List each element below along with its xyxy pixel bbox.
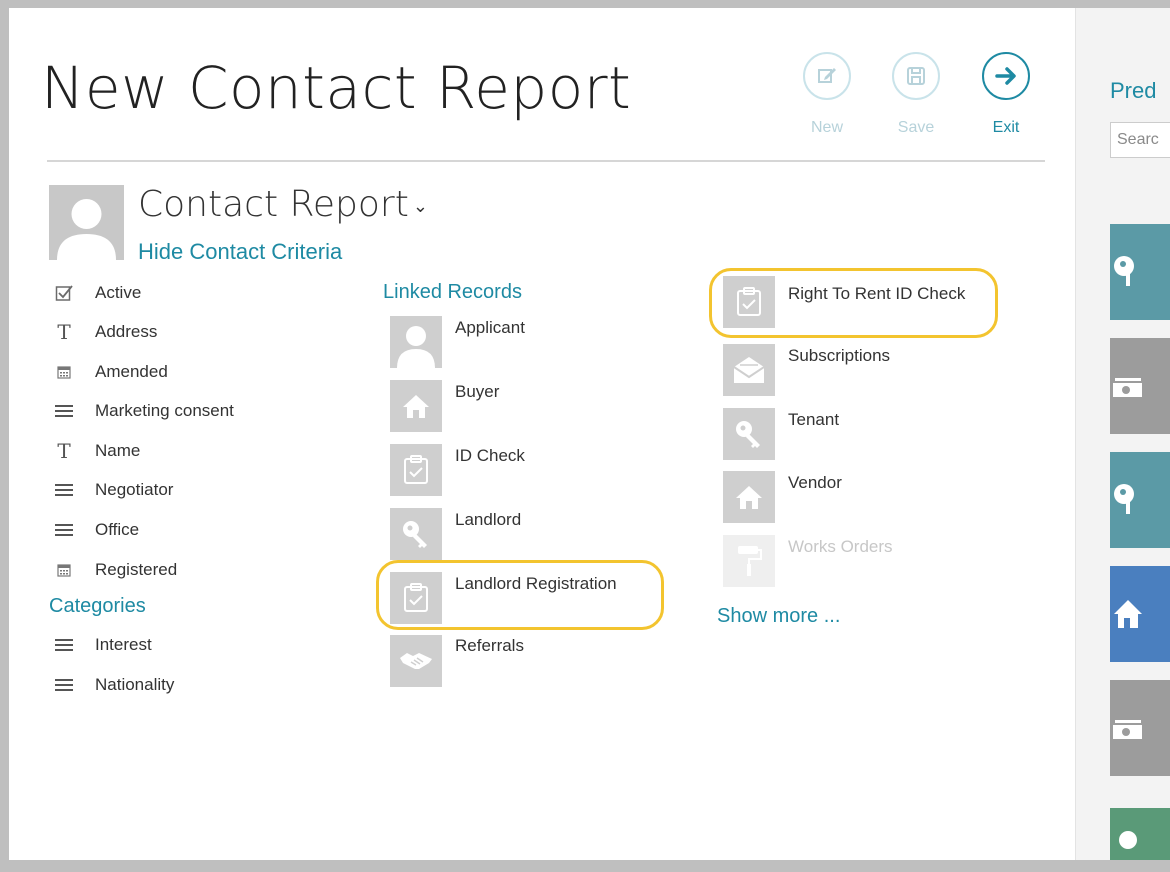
linked-record-landlord[interactable]: Landlord <box>455 510 521 530</box>
criteria-label: Amended <box>95 362 168 381</box>
linked-record-referrals[interactable]: Referrals <box>455 636 524 656</box>
exit-arrow-icon <box>982 52 1030 100</box>
report-type-dropdown[interactable]: Contact Report ⌄ <box>138 184 428 225</box>
criteria-label: Office <box>95 520 140 539</box>
criteria-item-marketing-consent[interactable]: Marketing consent <box>53 400 234 422</box>
category-label: Interest <box>95 635 152 654</box>
right-panel: Pred Searc <box>1075 8 1170 860</box>
criteria-label: Address <box>95 322 158 341</box>
linked-record-buyer[interactable]: Buyer <box>455 382 499 402</box>
list-icon <box>53 634 75 656</box>
category-item-interest[interactable]: Interest <box>53 634 152 656</box>
hide-criteria-link[interactable]: Hide Contact Criteria <box>138 239 342 265</box>
highlight-ring <box>376 560 664 630</box>
save-button-label: Save <box>897 119 935 136</box>
handshake-icon[interactable] <box>390 635 442 687</box>
key-icon <box>1112 482 1142 521</box>
app-frame: New Contact Report New Save Exit Contact… <box>9 8 1170 860</box>
highlight-ring <box>709 268 998 338</box>
criteria-label: Name <box>95 441 141 460</box>
criteria-item-name[interactable]: T Name <box>53 439 141 463</box>
text-icon: T <box>57 320 71 344</box>
save-icon <box>892 52 940 100</box>
new-button[interactable]: New <box>797 52 857 137</box>
house-icon <box>1112 596 1142 635</box>
title-divider <box>47 160 1045 162</box>
main-content: New Contact Report New Save Exit Contact… <box>9 8 1075 860</box>
list-icon <box>53 674 75 696</box>
criteria-item-active[interactable]: Active <box>53 282 141 304</box>
checkbox-icon <box>53 282 75 304</box>
calendar-icon <box>53 361 75 383</box>
category-label: Nationality <box>95 675 175 694</box>
criteria-label: Negotiator <box>95 480 174 499</box>
money-icon <box>1112 718 1142 745</box>
key-icon[interactable] <box>390 508 442 560</box>
linked-record-works-orders: Works Orders <box>788 537 893 556</box>
linked-record-tenant[interactable]: Tenant <box>788 410 839 430</box>
criteria-label: Registered <box>95 560 178 579</box>
new-edit-icon <box>803 52 851 100</box>
show-more-link[interactable]: Show more ... <box>717 605 840 628</box>
tile-key[interactable] <box>1110 224 1170 320</box>
house-icon[interactable] <box>723 471 775 523</box>
tile-key[interactable] <box>1110 452 1170 548</box>
criteria-item-office[interactable]: Office <box>53 519 139 541</box>
criteria-item-address[interactable]: T Address <box>53 320 158 344</box>
tile-money[interactable] <box>1110 680 1170 776</box>
tile-person[interactable] <box>1110 808 1170 860</box>
money-icon <box>1112 376 1142 403</box>
criteria-label: Marketing consent <box>95 401 234 420</box>
linked-record-vendor[interactable]: Vendor <box>788 473 842 493</box>
tile-money[interactable] <box>1110 338 1170 434</box>
new-button-label: New <box>810 119 843 136</box>
report-type-label: Contact Report <box>138 184 409 225</box>
exit-button[interactable]: Exit <box>976 52 1036 137</box>
exit-button-label: Exit <box>992 119 1020 136</box>
linked-record-id-check[interactable]: ID Check <box>455 446 525 466</box>
chevron-down-icon: ⌄ <box>412 195 428 217</box>
criteria-label: Active <box>95 283 142 302</box>
calendar-icon <box>53 559 75 581</box>
key-icon[interactable] <box>723 408 775 460</box>
key-icon <box>1112 254 1142 293</box>
tile-house[interactable] <box>1110 566 1170 662</box>
person-icon <box>1114 828 1142 860</box>
criteria-item-amended[interactable]: Amended <box>53 361 168 383</box>
house-icon[interactable] <box>390 380 442 432</box>
linked-records-heading: Linked Records <box>383 281 522 303</box>
list-icon <box>53 400 75 422</box>
person-icon[interactable] <box>390 316 442 368</box>
linked-record-applicant[interactable]: Applicant <box>455 318 525 338</box>
right-panel-title: Pred <box>1110 78 1157 103</box>
text-icon: T <box>57 439 71 463</box>
envelope-icon[interactable] <box>723 344 775 396</box>
criteria-item-negotiator[interactable]: Negotiator <box>53 479 173 501</box>
categories-heading: Categories <box>49 595 146 617</box>
linked-record-subscriptions[interactable]: Subscriptions <box>788 346 890 366</box>
list-icon <box>53 479 75 501</box>
save-button[interactable]: Save <box>886 52 946 137</box>
person-avatar-icon <box>49 185 124 260</box>
right-panel-search-input[interactable]: Searc <box>1110 122 1170 158</box>
clipboard-check-icon[interactable] <box>390 444 442 496</box>
page-title: New Contact Report <box>41 54 632 122</box>
criteria-item-registered[interactable]: Registered <box>53 559 177 581</box>
list-icon <box>53 519 75 541</box>
category-item-nationality[interactable]: Nationality <box>53 674 174 696</box>
paint-roller-icon <box>723 535 775 587</box>
